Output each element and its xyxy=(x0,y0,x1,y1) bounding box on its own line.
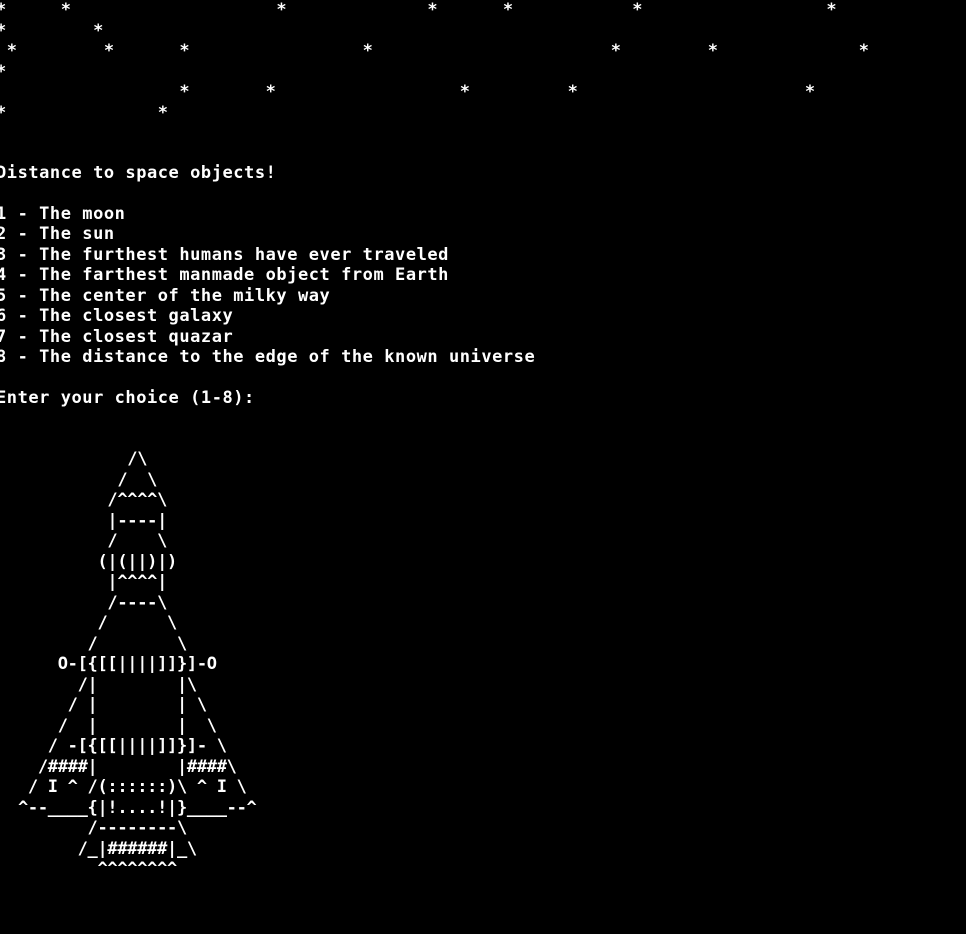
star-row: * * * * * * * xyxy=(0,41,870,61)
star-row: * xyxy=(0,62,7,82)
star-row: * * xyxy=(0,21,104,41)
terminal-window: * * * * * * * * * * * * * * * * * * * * … xyxy=(0,0,966,934)
rocket-ascii-art: /\ / \ /^^^^\ |----| / \ (|(||)|) |^^^^|… xyxy=(18,449,257,879)
menu-item: 4 - The farthest manmade object from Ear… xyxy=(0,265,449,285)
star-row: * * * * * * * xyxy=(0,0,838,20)
menu-item: 2 - The sun xyxy=(0,224,115,244)
menu-item: 1 - The moon xyxy=(0,204,126,224)
menu-item: 8 - The distance to the edge of the know… xyxy=(0,347,536,367)
menu-heading: Distance to space objects! xyxy=(0,163,277,183)
menu-item: 3 - The furthest humans have ever travel… xyxy=(0,245,449,265)
star-row: * * xyxy=(0,103,169,123)
menu-item: 6 - The closest galaxy xyxy=(0,306,234,326)
menu-item: 5 - The center of the milky way xyxy=(0,286,331,306)
star-row: * * * * * xyxy=(0,82,816,102)
menu-item: 7 - The closest quazar xyxy=(0,327,234,347)
choice-prompt[interactable]: Enter your choice (1-8): xyxy=(0,388,255,408)
